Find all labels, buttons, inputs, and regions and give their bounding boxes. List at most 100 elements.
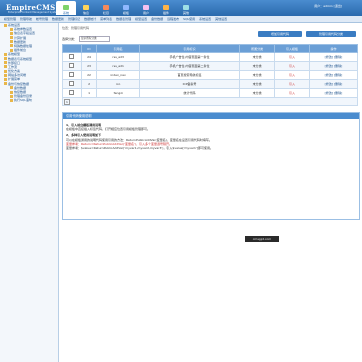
- column-header: ID: [80, 44, 98, 53]
- sidebar-item[interactable]: 执行SQL语句: [0, 98, 58, 102]
- cell-mark-text: 手机广告位-内容页面第一条位: [169, 55, 210, 59]
- cell-tpl[interactable]: 引入: [274, 61, 310, 71]
- nav-label: 用户: [142, 11, 149, 15]
- table-row: 24 rss_ad3 手机广告位-内容页面第一条位 未分类 引入 [修改] [删除]: [62, 52, 359, 62]
- checkbox-cell: [62, 52, 82, 62]
- folder-icon: [4, 52, 7, 56]
- nav-label: 模板: [122, 11, 129, 15]
- cell-tpl-text: 引入: [288, 73, 295, 77]
- menu-item[interactable]: 远程发布: [167, 17, 179, 21]
- cell-op[interactable]: [修改] [删除]: [308, 61, 359, 71]
- menu-item[interactable]: 数据表管理: [116, 17, 131, 21]
- watermark: cmsgpt.com: [245, 236, 279, 242]
- cell-tpl[interactable]: 引入: [274, 52, 310, 62]
- cell-op-text: [修改] [删除]: [324, 82, 343, 86]
- menu-item[interactable]: 模型设置: [135, 17, 147, 21]
- row-checkbox[interactable]: [69, 90, 75, 95]
- nav-label: 其他: [182, 11, 189, 15]
- menu-item[interactable]: 管理标记: [68, 17, 80, 21]
- nav-icon: [103, 5, 109, 10]
- cell-tpl[interactable]: 引入: [274, 88, 310, 98]
- folder-icon: [10, 31, 13, 35]
- cell-op-text: [修改] [删除]: [324, 55, 343, 59]
- cell-cat: 未分类: [239, 52, 276, 62]
- folder-icon: [4, 69, 7, 73]
- row-checkbox[interactable]: [69, 72, 75, 77]
- checkbox-cell: [62, 88, 82, 98]
- nav-icon: [163, 5, 169, 10]
- cell-name-text: index_nav: [110, 73, 126, 77]
- cell-name: rss_ad3: [96, 52, 140, 62]
- folder-icon: [4, 57, 7, 60]
- cell-cat: 未分类: [239, 70, 276, 80]
- top-nav-item[interactable]: 信息: [76, 1, 96, 15]
- menu-item[interactable]: 数据统计: [84, 17, 96, 21]
- cell-op[interactable]: [修改] [删除]: [308, 88, 359, 98]
- top-nav-item[interactable]: 用户: [136, 1, 156, 15]
- cell-tpl[interactable]: 引入: [274, 79, 310, 89]
- cell-mark: 手机广告位-内容页面第一条位: [138, 52, 241, 62]
- nav-label: 插件: [162, 11, 169, 15]
- add-code-button[interactable]: 增加引用代码: [258, 31, 302, 37]
- menu-item[interactable]: 数据更新: [52, 17, 64, 21]
- cell-cat: 未分类: [239, 61, 276, 71]
- cell-name: rss_ad1: [96, 61, 140, 71]
- folder-icon: [10, 27, 13, 31]
- table-row: 23 rss_ad1 手机广告位-内容页面第二条位 未分类 引入 [修改] [删除]: [62, 61, 359, 71]
- cell-tpl[interactable]: 引入: [274, 70, 310, 80]
- logo-tagline: Enterprise Content Management System: [8, 11, 59, 14]
- cell-name-text: rss_ad3: [112, 55, 124, 59]
- nav-label: 信息: [82, 11, 89, 15]
- cell-cat: 未分类: [239, 88, 276, 98]
- menu-item[interactable]: SQL使用: [183, 17, 195, 21]
- table-row: 2 ico ICP备案号 未分类 引入 [修改] [删除]: [62, 79, 359, 89]
- panel-line: 变量参考：$value=ReturnPublicAddVar('myvar1,m…: [66, 146, 213, 151]
- folder-icon: [10, 44, 13, 48]
- cell-id-text: 24: [87, 55, 91, 59]
- cell-mark-text: 手机广告位-内容页面第二条位: [169, 64, 210, 68]
- menu-item[interactable]: 菜单列表: [100, 17, 112, 21]
- cell-op[interactable]: [修改] [删除]: [308, 70, 359, 80]
- top-nav-item[interactable]: 模板: [116, 1, 136, 15]
- folder-icon: [4, 65, 7, 69]
- menu-item[interactable]: 帐号管理: [36, 17, 48, 21]
- checkbox-cell: [62, 70, 82, 80]
- cell-op[interactable]: [修改] [删除]: [308, 52, 359, 62]
- row-checkbox[interactable]: [69, 54, 75, 59]
- code-table: ID 引用名 引用标识 所属分类 引入模板 操作 24 rss_ad3 手机广告位-内容页面第…: [62, 44, 359, 106]
- folder-icon: [10, 40, 13, 44]
- manage-category-button[interactable]: 管理引用代码分类: [306, 31, 356, 37]
- folder-icon: [10, 90, 13, 94]
- user-info[interactable]: 用户：admin [退出]: [314, 4, 342, 8]
- cell-id: 23: [80, 61, 98, 71]
- nav-label: 栏目: [102, 11, 109, 15]
- cell-mark-text: 统计代码: [183, 91, 196, 95]
- top-nav-item[interactable]: 系统: [56, 1, 76, 15]
- folder-icon: [4, 61, 7, 65]
- row-checkbox[interactable]: [69, 81, 75, 86]
- page-number[interactable]: 1: [64, 98, 70, 105]
- top-nav-item[interactable]: 其他: [176, 1, 196, 15]
- cell-tpl-text: 引入: [288, 55, 295, 59]
- menu-item[interactable]: 备份数据: [151, 17, 163, 21]
- folder-icon: [10, 98, 13, 102]
- menu-item[interactable]: 模型管理: [4, 17, 16, 21]
- cell-op[interactable]: [修改] [删除]: [308, 79, 359, 89]
- menu-item[interactable]: 其他设置: [215, 17, 227, 21]
- top-nav-item[interactable]: 栏目: [96, 1, 116, 15]
- category-select[interactable]: 显示所有分类: [79, 36, 111, 42]
- menu-item[interactable]: 管理导航: [20, 17, 32, 21]
- folder-icon: [10, 36, 13, 40]
- select-all-header: [62, 44, 82, 53]
- top-nav-item[interactable]: 插件: [156, 1, 176, 15]
- cell-name-text: rss_ad1: [112, 64, 124, 68]
- menu-item[interactable]: 系统设置: [199, 17, 211, 21]
- cell-cat-text: 未分类: [252, 64, 262, 68]
- table-row: 22 index_nav 首页搜索导航标签 未分类 引入 [修改] [删除]: [62, 70, 359, 80]
- cell-mark: 首页搜索导航标签: [138, 70, 241, 80]
- cell-name: index_nav: [96, 70, 140, 80]
- cell-name-text: fengzi: [113, 91, 123, 95]
- cell-id: 22: [80, 70, 98, 80]
- row-checkbox[interactable]: [69, 63, 75, 68]
- cell-tpl-text: 引入: [288, 82, 295, 86]
